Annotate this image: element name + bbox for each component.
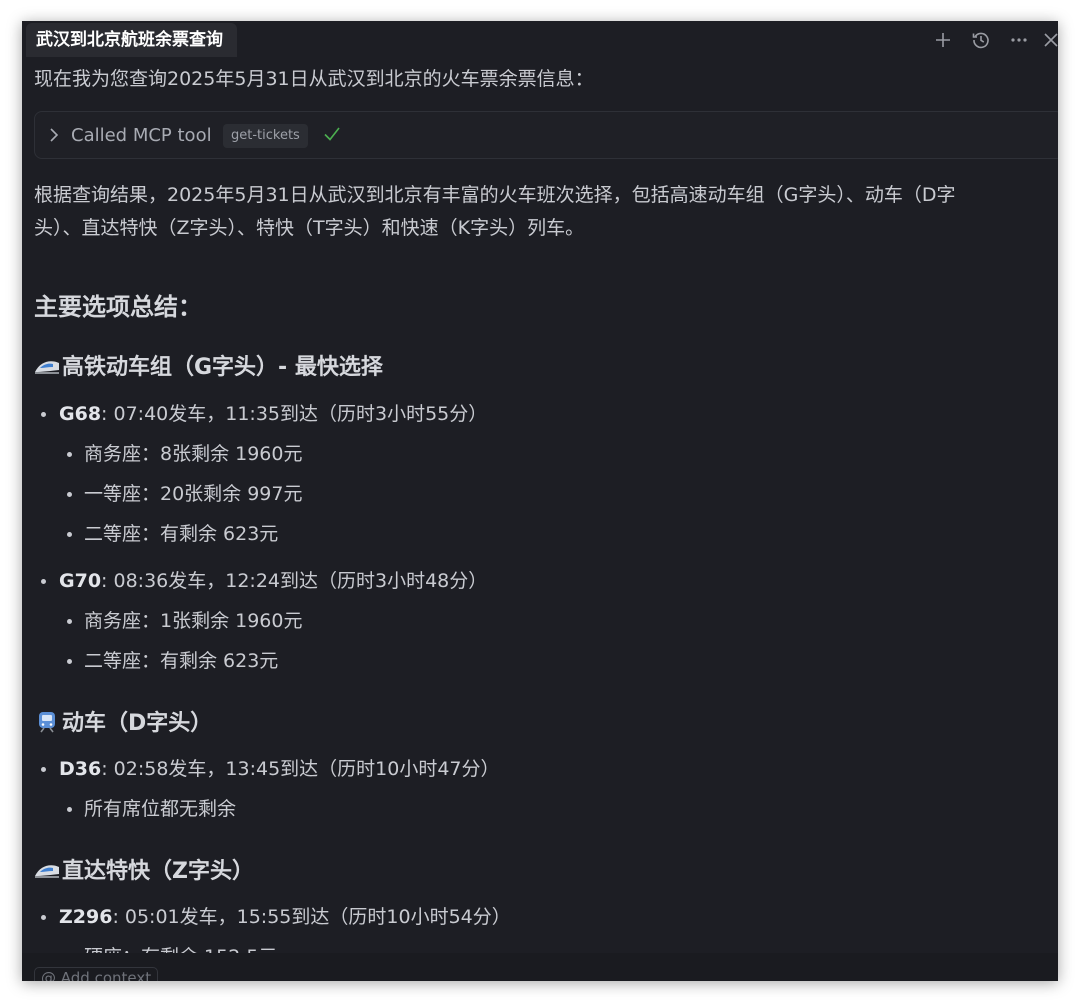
train-icon: [39, 712, 55, 733]
summary-heading: 主要选项总结：: [34, 293, 202, 321]
train-code: G68: [59, 403, 102, 425]
close-icon[interactable]: [1044, 27, 1058, 53]
section-title: 高铁动车组（G字头）- 最快选择: [62, 355, 383, 380]
section-title: 动车（D字头）: [62, 711, 213, 736]
summary-line-2: 头）、直达特快（Z字头）、特快（T字头）和快速（K字头）列车。: [34, 217, 585, 239]
summary-paragraph: 根据查询结果，2025年5月31日从武汉到北京有丰富的火车班次选择，包括高速动车…: [34, 179, 1044, 245]
section-title: 直达特快（Z字头）: [62, 859, 254, 884]
intro-text: 现在我为您查询2025年5月31日从武汉到北京的火车票余票信息：: [34, 68, 594, 90]
train-item-z296: Z296: 05:01发车，15:55到达（历时10小时54分）: [40, 904, 511, 930]
seat-item: 二等座：有剩余 623元: [66, 521, 278, 547]
input-footer: @ Add context: [22, 953, 1058, 981]
train-detail: : 08:36发车，12:24到达（历时3小时48分）: [101, 570, 488, 592]
high-speed-train-icon: [35, 865, 59, 878]
section-heading-z: 直达特快（Z字头）: [34, 857, 254, 887]
train-item-d36: D36: 02:58发车，13:45到达（历时10小时47分）: [40, 756, 500, 782]
train-detail: : 02:58发车，13:45到达（历时10小时47分）: [101, 758, 500, 780]
more-icon[interactable]: [1006, 27, 1032, 53]
history-icon[interactable]: [968, 27, 994, 53]
train-code: G70: [59, 570, 102, 592]
seat-item: 商务座：1张剩余 1960元: [66, 608, 302, 634]
train-code: Z296: [59, 906, 113, 928]
summary-line-1: 根据查询结果，2025年5月31日从武汉到北京有丰富的火车班次选择，包括高速动车…: [34, 184, 956, 206]
add-context-button[interactable]: @ Add context: [34, 967, 159, 981]
title-bar: 武汉到北京航班余票查询: [22, 21, 1058, 59]
train-item-g70: G70: 08:36发车，12:24到达（历时3小时48分）: [40, 568, 487, 594]
mcp-tool-call[interactable]: Called MCP tool get-tickets: [34, 111, 1058, 159]
seat-item: 二等座：有剩余 623元: [66, 648, 278, 674]
train-detail: : 05:01发车，15:55到达（历时10小时54分）: [112, 906, 511, 928]
chat-window: 武汉到北京航班余票查询 现在我为您查询2025年5月31日从武汉到北京的火车票余…: [22, 21, 1058, 981]
section-heading-d: 动车（D字头）: [34, 709, 212, 739]
train-item-g68: G68: 07:40发车，11:35到达（历时3小时55分）: [40, 401, 487, 427]
train-code: D36: [59, 758, 102, 780]
chevron-right-icon: [50, 128, 59, 142]
train-detail: : 07:40发车，11:35到达（历时3小时55分）: [101, 403, 488, 425]
section-heading-g: 高铁动车组（G字头）- 最快选择: [34, 353, 383, 383]
seat-item: 一等座：20张剩余 997元: [66, 481, 302, 507]
tool-name-chip: get-tickets: [223, 124, 308, 148]
high-speed-train-icon: [35, 361, 59, 374]
window-actions: [930, 27, 1058, 53]
tool-call-label: Called MCP tool: [71, 125, 212, 146]
check-icon: [324, 127, 340, 141]
chat-tab[interactable]: 武汉到北京航班余票查询: [26, 23, 237, 57]
seat-item: 商务座：8张剩余 1960元: [66, 441, 302, 467]
seat-item: 所有席位都无剩余: [66, 796, 236, 822]
plus-icon[interactable]: [930, 27, 956, 53]
